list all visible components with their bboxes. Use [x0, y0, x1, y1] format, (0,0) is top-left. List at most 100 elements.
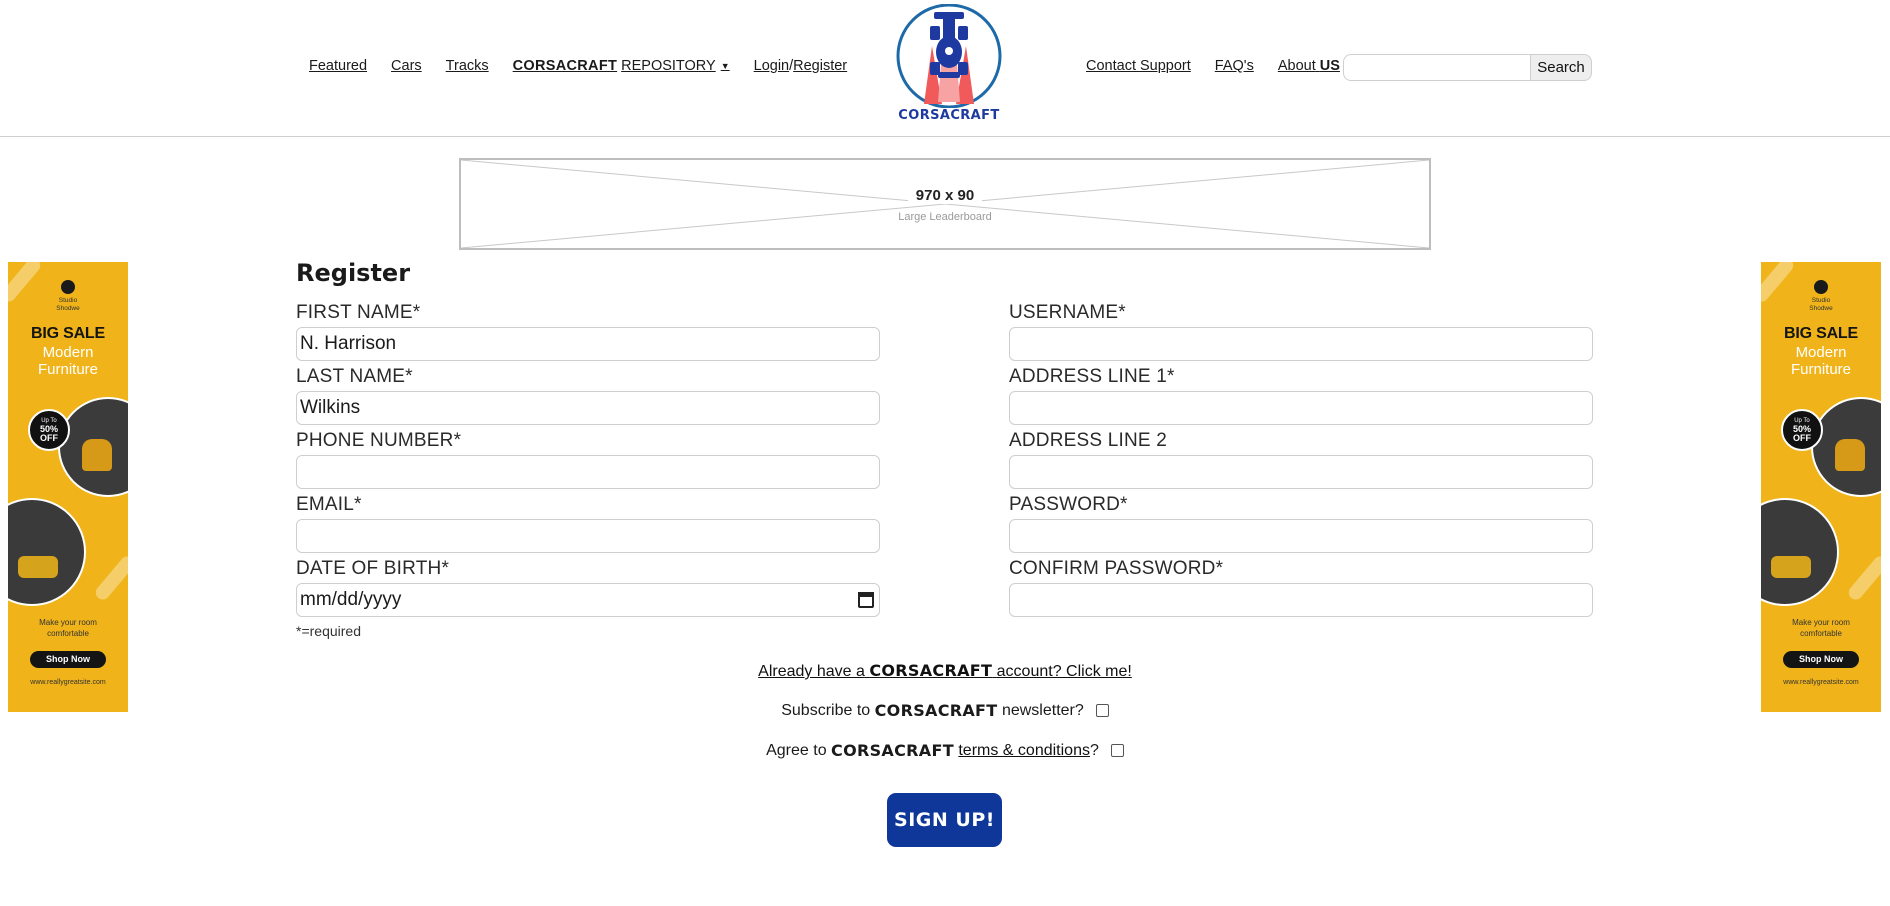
ad-headline: BIG SALE: [1784, 325, 1858, 342]
ad-tagline-line1: Make your room: [1792, 618, 1850, 627]
chair-icon: [82, 439, 112, 471]
ad-chair-photo: [1811, 397, 1881, 497]
email-input[interactable]: [296, 519, 880, 553]
address-line-1-label: ADDRESS LINE 1*: [1009, 366, 1175, 387]
existing-account-link[interactable]: Already have a CORSACRAFT account? Click…: [758, 661, 1132, 680]
about-label: About: [1277, 58, 1316, 74]
ad-tagline-line2: comfortable: [1800, 629, 1842, 638]
login-register: Login / Register: [754, 58, 848, 74]
search-button[interactable]: Search: [1530, 54, 1592, 81]
nav-repository-dropdown[interactable]: CORSACRAFT REPOSITORY ▼: [513, 58, 730, 74]
terms-line: Agree to CORSACRAFT terms & conditions?: [0, 741, 1890, 760]
ad-decor-stripe: [92, 553, 128, 603]
logo-text: CORSACRAFT: [898, 108, 1000, 123]
ad-headline: BIG SALE: [31, 325, 105, 342]
date-of-birth-field: DATE OF BIRTH* mm/dd/yyyy: [296, 558, 880, 617]
dob-label: DATE OF BIRTH*: [296, 558, 450, 579]
ad-decor-stripe: [1761, 262, 1797, 305]
terms-pre: Agree to: [766, 741, 827, 759]
confirm-password-field: CONFIRM PASSWORD*: [1009, 558, 1593, 617]
ad-decor-stripe: [1845, 553, 1881, 603]
terms-brand: CORSACRAFT: [831, 741, 954, 760]
ad-sofa-photo: [1761, 498, 1839, 606]
password-field: PASSWORD*: [1009, 494, 1593, 553]
email-field: EMAIL*: [296, 494, 880, 553]
nav-featured-link[interactable]: Featured: [309, 58, 367, 74]
first-name-label: FIRST NAME*: [296, 302, 421, 323]
ad-discount-badge: Up To 50% OFF: [1781, 409, 1823, 451]
address-line-2-field: ADDRESS LINE 2: [1009, 430, 1593, 489]
ad-subheadline-line1: Modern: [1795, 344, 1847, 361]
ad-subheadline-line1: Modern: [42, 344, 94, 361]
page-title: Register: [296, 259, 411, 287]
chair-icon: [1835, 439, 1865, 471]
calendar-icon[interactable]: [858, 592, 874, 608]
ad-subheadline-line2: Furniture: [1790, 361, 1852, 378]
confirm-password-label: CONFIRM PASSWORD*: [1009, 558, 1224, 579]
newsletter-pre: Subscribe to: [781, 701, 871, 719]
newsletter-post: newsletter?: [1001, 701, 1084, 719]
us-label: US: [1319, 58, 1340, 74]
ad-sofa-photo: [8, 498, 86, 606]
sign-up-button[interactable]: SIGN UP!: [887, 793, 1002, 847]
address-line-2-input[interactable]: [1009, 455, 1593, 489]
leaderboard-ad-placeholder[interactable]: 970 x 90 Large Leaderboard: [459, 158, 1431, 250]
caret-down-icon: ▼: [720, 61, 730, 71]
repository-brand: CORSACRAFT: [512, 58, 618, 74]
nav-tracks-link[interactable]: Tracks: [446, 58, 489, 74]
phone-label: PHONE NUMBER*: [296, 430, 462, 451]
brand-head-icon: [1814, 280, 1828, 294]
dob-placeholder: mm/dd/yyyy: [300, 589, 402, 610]
search-bar: Search: [1343, 54, 1592, 81]
phone-input[interactable]: [296, 455, 880, 489]
ad-discount-badge: Up To 50% OFF: [28, 409, 70, 451]
first-name-input[interactable]: N. Harrison: [296, 327, 880, 361]
terms-checkbox[interactable]: [1110, 744, 1124, 757]
ad-brand-name: Studio Shodwe: [56, 297, 80, 312]
address-line-1-field: ADDRESS LINE 1*: [1009, 366, 1593, 425]
search-input[interactable]: [1343, 54, 1530, 81]
ad-brand-logo: Studio Shodwe: [1803, 280, 1839, 313]
ad-subheadline-line2: Furniture: [37, 361, 99, 378]
email-label: EMAIL*: [296, 494, 362, 515]
race-car-logo-icon: [896, 3, 1002, 109]
ad-tagline-line1: Make your room: [39, 618, 97, 627]
nav-about-us-link[interactable]: About US: [1278, 58, 1340, 74]
corsacraft-logo[interactable]: CORSACRAFT: [894, 3, 1004, 126]
nav-faq-link[interactable]: FAQ's: [1215, 58, 1254, 74]
newsletter-line: Subscribe to CORSACRAFT newsletter?: [0, 701, 1890, 720]
ad-subheadline: Modern Furniture: [1761, 344, 1881, 378]
address-line-2-label: ADDRESS LINE 2: [1009, 430, 1168, 451]
username-input[interactable]: [1009, 327, 1593, 361]
ad-tagline: Make your room comfortable: [8, 617, 128, 639]
badge-off: OFF: [40, 433, 58, 444]
left-skyscraper-ad[interactable]: Studio Shodwe BIG SALE Modern Furniture U…: [8, 262, 128, 712]
nav-contact-support-link[interactable]: Contact Support: [1086, 58, 1191, 74]
account-pre: Already have a: [758, 663, 865, 680]
existing-account-line: Already have a CORSACRAFT account? Click…: [0, 661, 1890, 681]
account-post: account? Click me!: [996, 663, 1132, 680]
newsletter-brand: CORSACRAFT: [874, 701, 998, 720]
terms-link[interactable]: terms & conditions: [958, 742, 1090, 760]
username-field: USERNAME*: [1009, 302, 1593, 361]
primary-nav: Featured Cars Tracks CORSACRAFT REPOSITO…: [309, 58, 871, 74]
nav-login-link[interactable]: Login: [754, 58, 789, 74]
secondary-nav: Contact Support FAQ's About US: [1086, 58, 1364, 74]
brand-head-icon: [61, 280, 75, 294]
newsletter-checkbox[interactable]: [1095, 704, 1109, 717]
last-name-input[interactable]: Wilkins: [296, 391, 880, 425]
sofa-icon: [18, 556, 58, 578]
confirm-password-input[interactable]: [1009, 583, 1593, 617]
address-line-1-input[interactable]: [1009, 391, 1593, 425]
ad-tagline: Make your room comfortable: [1761, 617, 1881, 639]
dob-input[interactable]: mm/dd/yyyy: [296, 583, 880, 617]
password-input[interactable]: [1009, 519, 1593, 553]
ad-tagline-line2: comfortable: [47, 629, 89, 638]
terms-post: ?: [1089, 741, 1099, 759]
nav-register-link[interactable]: Register: [793, 58, 847, 74]
ad-brand-name: Studio Shodwe: [1809, 297, 1833, 312]
nav-cars-link[interactable]: Cars: [391, 58, 422, 74]
last-name-label: LAST NAME*: [296, 366, 413, 387]
password-label: PASSWORD*: [1009, 494, 1128, 515]
right-skyscraper-ad[interactable]: Studio Shodwe BIG SALE Modern Furniture U…: [1761, 262, 1881, 712]
